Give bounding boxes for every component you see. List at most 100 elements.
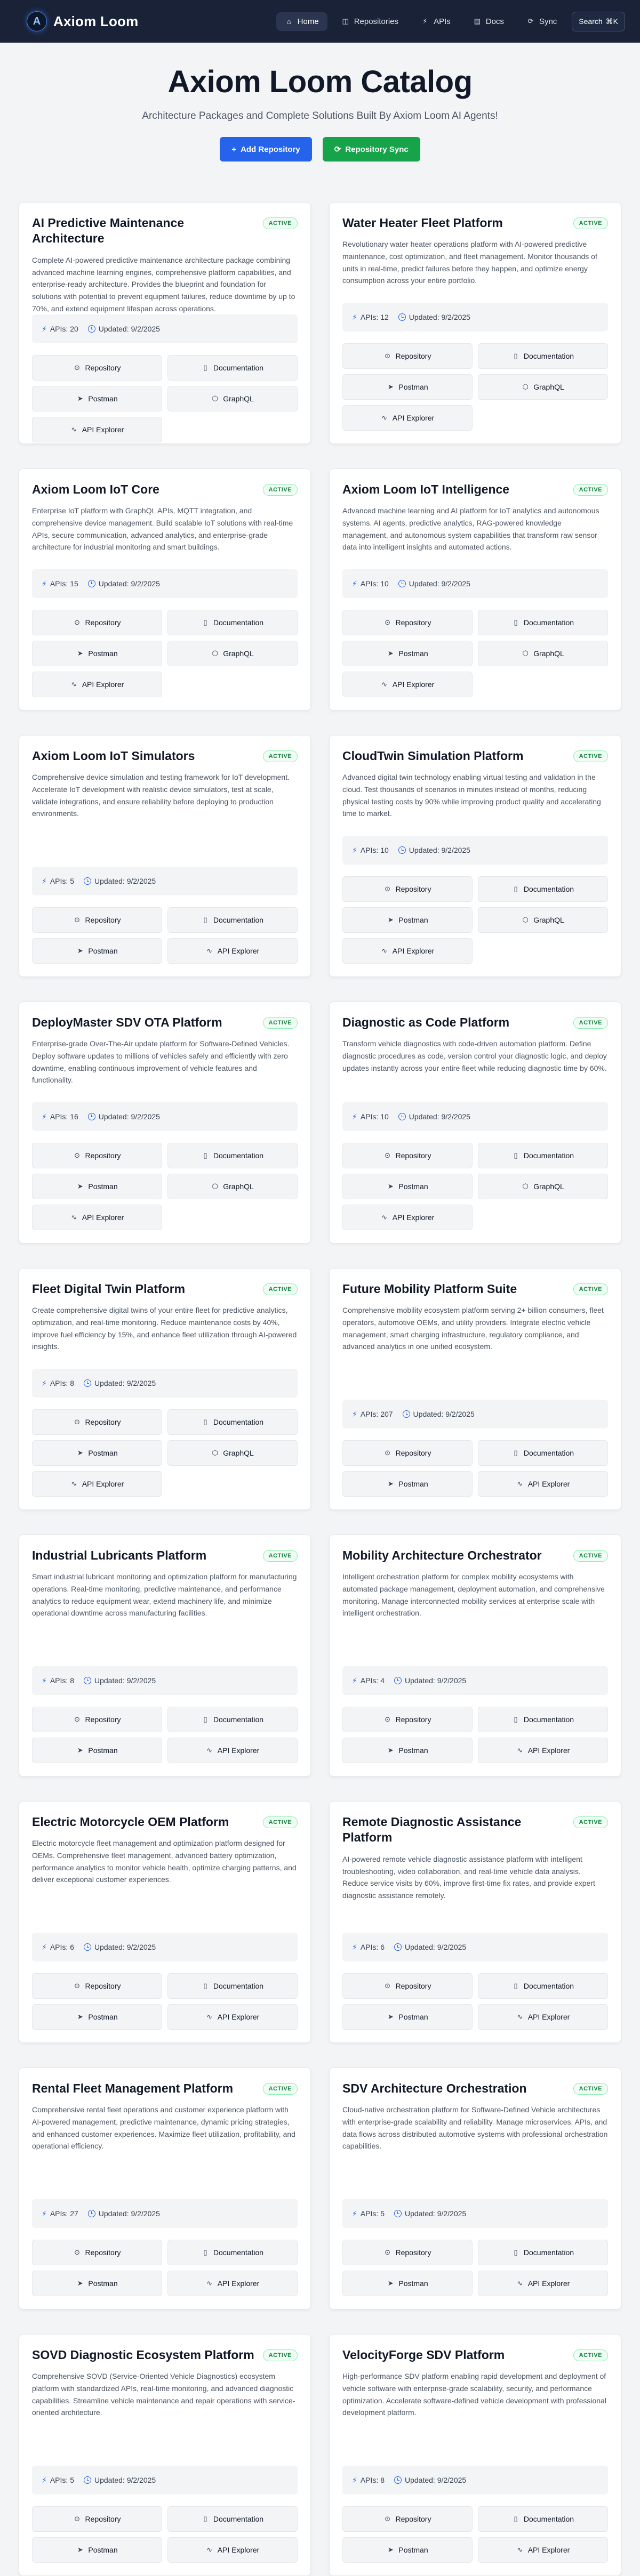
card-title[interactable]: CloudTwin Simulation Platform — [342, 748, 523, 764]
card-title[interactable]: DeployMaster SDV OTA Platform — [32, 1015, 222, 1030]
documentation-button[interactable]: ▯ Documentation — [167, 610, 298, 635]
explorer-button[interactable]: ∿ API Explorer — [478, 2004, 608, 2030]
postman-button[interactable]: ➤ Postman — [32, 386, 162, 412]
explorer-button[interactable]: ∿ API Explorer — [342, 672, 473, 697]
repository-button[interactable]: ⊙ Repository — [342, 610, 473, 635]
postman-button[interactable]: ➤ Postman — [342, 2271, 473, 2296]
postman-button[interactable]: ➤ Postman — [32, 2271, 162, 2296]
documentation-button[interactable]: ▯ Documentation — [167, 907, 298, 933]
documentation-button[interactable]: ▯ Documentation — [167, 1409, 298, 1435]
repository-button[interactable]: ⊙ Repository — [342, 1143, 473, 1168]
repository-button[interactable]: ⊙ Repository — [342, 1707, 473, 1732]
brand[interactable]: A Axiom Loom — [27, 11, 276, 31]
postman-button[interactable]: ➤ Postman — [342, 2004, 473, 2030]
graphql-button[interactable]: ⬡ GraphQL — [167, 1440, 298, 1466]
repository-button[interactable]: ⊙ Repository — [32, 2240, 162, 2265]
card-title[interactable]: Fleet Digital Twin Platform — [32, 1281, 185, 1297]
card-title[interactable]: VelocityForge SDV Platform — [342, 2347, 505, 2363]
postman-button[interactable]: ➤ Postman — [32, 1174, 162, 1199]
card-title[interactable]: Axiom Loom IoT Simulators — [32, 748, 195, 764]
postman-button[interactable]: ➤ Postman — [342, 2537, 473, 2563]
repository-button[interactable]: ⊙ Repository — [342, 876, 473, 902]
nav-link-repositories[interactable]: ◫ Repositories — [333, 12, 407, 31]
graphql-button[interactable]: ⬡ GraphQL — [478, 907, 608, 933]
graphql-button[interactable]: ⬡ GraphQL — [478, 641, 608, 666]
repository-button[interactable]: ⊙ Repository — [32, 2506, 162, 2532]
postman-button[interactable]: ➤ Postman — [32, 641, 162, 666]
postman-button[interactable]: ➤ Postman — [32, 1738, 162, 1763]
explorer-button[interactable]: ∿ API Explorer — [342, 405, 473, 431]
card-title[interactable]: Industrial Lubricants Platform — [32, 1548, 206, 1563]
repository-button[interactable]: ⊙ Repository — [342, 2506, 473, 2532]
card-title[interactable]: Water Heater Fleet Platform — [342, 215, 503, 231]
card-title[interactable]: Future Mobility Platform Suite — [342, 1281, 517, 1297]
documentation-button[interactable]: ▯ Documentation — [167, 355, 298, 381]
documentation-button[interactable]: ▯ Documentation — [167, 1973, 298, 1999]
explorer-button[interactable]: ∿ API Explorer — [342, 1205, 473, 1230]
card-title[interactable]: Axiom Loom IoT Intelligence — [342, 482, 509, 497]
graphql-button[interactable]: ⬡ GraphQL — [167, 641, 298, 666]
card-title[interactable]: Axiom Loom IoT Core — [32, 482, 159, 497]
documentation-button[interactable]: ▯ Documentation — [478, 1707, 608, 1732]
graphql-button[interactable]: ⬡ GraphQL — [167, 1174, 298, 1199]
documentation-button[interactable]: ▯ Documentation — [478, 876, 608, 902]
repository-button[interactable]: ⊙ Repository — [342, 1973, 473, 1999]
repository-button[interactable]: ⊙ Repository — [342, 343, 473, 369]
card-title[interactable]: SDV Architecture Orchestration — [342, 2081, 527, 2096]
explorer-button[interactable]: ∿ API Explorer — [167, 1738, 298, 1763]
documentation-button[interactable]: ▯ Documentation — [478, 2506, 608, 2532]
card-title[interactable]: SOVD Diagnostic Ecosystem Platform — [32, 2347, 254, 2363]
explorer-button[interactable]: ∿ API Explorer — [167, 2004, 298, 2030]
repository-sync-button[interactable]: ⟳ Repository Sync — [322, 137, 420, 161]
postman-button[interactable]: ➤ Postman — [342, 907, 473, 933]
repository-button[interactable]: ⊙ Repository — [32, 1143, 162, 1168]
repository-button[interactable]: ⊙ Repository — [342, 2240, 473, 2265]
documentation-button[interactable]: ▯ Documentation — [478, 610, 608, 635]
explorer-button[interactable]: ∿ API Explorer — [478, 2537, 608, 2563]
postman-button[interactable]: ➤ Postman — [32, 938, 162, 964]
documentation-button[interactable]: ▯ Documentation — [478, 2240, 608, 2265]
repository-button[interactable]: ⊙ Repository — [32, 1409, 162, 1435]
postman-button[interactable]: ➤ Postman — [32, 1440, 162, 1466]
graphql-button[interactable]: ⬡ GraphQL — [478, 1174, 608, 1199]
explorer-button[interactable]: ∿ API Explorer — [32, 1205, 162, 1230]
graphql-button[interactable]: ⬡ GraphQL — [478, 374, 608, 400]
card-title[interactable]: Rental Fleet Management Platform — [32, 2081, 233, 2096]
search-button[interactable]: Search ⌘K — [572, 11, 625, 31]
postman-button[interactable]: ➤ Postman — [342, 1174, 473, 1199]
postman-button[interactable]: ➤ Postman — [342, 374, 473, 400]
graphql-button[interactable]: ⬡ GraphQL — [167, 386, 298, 412]
documentation-button[interactable]: ▯ Documentation — [478, 1143, 608, 1168]
card-title[interactable]: Remote Diagnostic Assistance Platform — [342, 1814, 567, 1846]
documentation-button[interactable]: ▯ Documentation — [478, 1973, 608, 1999]
explorer-button[interactable]: ∿ API Explorer — [478, 2271, 608, 2296]
documentation-button[interactable]: ▯ Documentation — [167, 2240, 298, 2265]
explorer-button[interactable]: ∿ API Explorer — [342, 938, 473, 964]
nav-link-home[interactable]: ⌂ Home — [276, 12, 327, 31]
documentation-button[interactable]: ▯ Documentation — [167, 1143, 298, 1168]
explorer-button[interactable]: ∿ API Explorer — [167, 2271, 298, 2296]
documentation-button[interactable]: ▯ Documentation — [167, 1707, 298, 1732]
explorer-button[interactable]: ∿ API Explorer — [32, 1471, 162, 1497]
card-title[interactable]: Mobility Architecture Orchestrator — [342, 1548, 542, 1563]
postman-button[interactable]: ➤ Postman — [342, 1471, 473, 1497]
repository-button[interactable]: ⊙ Repository — [32, 355, 162, 381]
add-repository-button[interactable]: + Add Repository — [220, 137, 312, 161]
nav-link-docs[interactable]: ▤ Docs — [465, 12, 513, 31]
explorer-button[interactable]: ∿ API Explorer — [167, 938, 298, 964]
repository-button[interactable]: ⊙ Repository — [32, 1707, 162, 1732]
nav-link-apis[interactable]: ⚡ APIs — [412, 12, 459, 31]
explorer-button[interactable]: ∿ API Explorer — [478, 1738, 608, 1763]
repository-button[interactable]: ⊙ Repository — [32, 907, 162, 933]
card-title[interactable]: AI Predictive Maintenance Architecture — [32, 215, 257, 247]
card-title[interactable]: Diagnostic as Code Platform — [342, 1015, 509, 1030]
explorer-button[interactable]: ∿ API Explorer — [32, 417, 162, 443]
explorer-button[interactable]: ∿ API Explorer — [478, 1471, 608, 1497]
documentation-button[interactable]: ▯ Documentation — [478, 1440, 608, 1466]
repository-button[interactable]: ⊙ Repository — [32, 1973, 162, 1999]
postman-button[interactable]: ➤ Postman — [342, 1738, 473, 1763]
postman-button[interactable]: ➤ Postman — [342, 641, 473, 666]
nav-link-sync[interactable]: ⟳ Sync — [518, 12, 565, 31]
documentation-button[interactable]: ▯ Documentation — [478, 343, 608, 369]
explorer-button[interactable]: ∿ API Explorer — [32, 672, 162, 697]
